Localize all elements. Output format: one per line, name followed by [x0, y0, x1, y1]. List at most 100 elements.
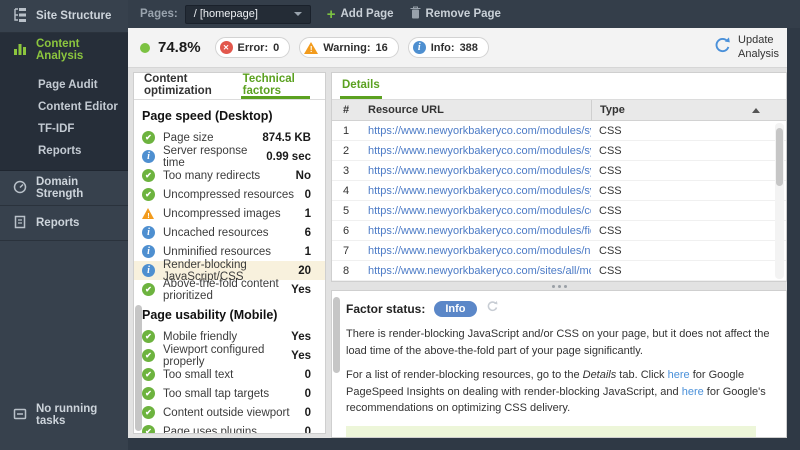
- factor-row[interactable]: Uncompressed images 1: [134, 204, 325, 223]
- factor-icon: [142, 387, 155, 400]
- pages-label: Pages:: [140, 8, 178, 20]
- sidebar-item-domain-strength[interactable]: Domain Strength: [0, 171, 128, 206]
- score-status-dot: [140, 42, 150, 53]
- resource-url-link[interactable]: https://www.newyorkbakeryco.com/modules/…: [368, 205, 591, 217]
- table-row[interactable]: 7 https://www.newyorkbakeryco.com/module…: [332, 241, 786, 261]
- factor-status-paragraph-2: For a list of render-blocking resources,…: [346, 369, 766, 414]
- info-icon: [412, 41, 426, 54]
- sidebar-item-label: Reports: [36, 217, 80, 229]
- table-row[interactable]: 4 https://www.newyorkbakeryco.com/module…: [332, 181, 786, 201]
- factor-row[interactable]: Above-the-fold content prioritized Yes: [134, 278, 325, 302]
- resource-url-link[interactable]: https://www.newyorkbakeryco.com/modules/…: [368, 145, 591, 157]
- info-filter-pill[interactable]: Info: 388: [407, 37, 489, 58]
- status-badge: Info: [434, 301, 477, 317]
- pagespeed-insights-link[interactable]: here: [668, 369, 690, 381]
- factor-icon: [142, 406, 155, 419]
- factors-panel: Content optimization Technical factors P…: [133, 72, 326, 434]
- factor-row[interactable]: Viewport configured properly Yes: [134, 344, 325, 368]
- table-header: # Resource URL Type: [332, 99, 786, 121]
- update-analysis-button[interactable]: Update Analysis: [713, 28, 779, 68]
- factor-status-paragraph-1: There is render-blocking JavaScript and/…: [346, 328, 770, 357]
- info-label: Info:: [430, 41, 455, 54]
- sort-asc-icon[interactable]: [752, 108, 760, 113]
- chevron-down-icon: [293, 12, 302, 16]
- sidebar-section-content-analysis: Content Analysis Page Audit Content Edit…: [0, 33, 128, 171]
- factor-icon: [142, 368, 155, 381]
- sidebar-item-content-editor[interactable]: Content Editor: [38, 96, 128, 118]
- factors-scrollbar[interactable]: [135, 305, 142, 431]
- sidebar-item-label: Domain Strength: [36, 176, 84, 200]
- resource-url-link[interactable]: https://www.newyorkbakeryco.com/modules/…: [368, 185, 591, 197]
- factor-icon: [142, 169, 155, 182]
- column-header-num[interactable]: #: [332, 104, 360, 116]
- remove-page-label: Remove Page: [425, 8, 501, 20]
- sidebar-item-label: Site Structure: [36, 10, 112, 22]
- page-selector-dropdown[interactable]: / [homepage]: [184, 4, 311, 24]
- table-row[interactable]: 3 https://www.newyorkbakeryco.com/module…: [332, 161, 786, 181]
- table-row[interactable]: 1 https://www.newyorkbakeryco.com/module…: [332, 121, 786, 141]
- site-structure-icon: [13, 7, 27, 25]
- error-filter-pill[interactable]: Error: 0: [214, 37, 291, 58]
- update-analysis-label: Update Analysis: [738, 34, 779, 60]
- table-row[interactable]: 5 https://www.newyorkbakeryco.com/module…: [332, 201, 786, 221]
- tab-technical-factors[interactable]: Technical factors: [240, 73, 310, 99]
- advice-note: Please also see other factors from this …: [346, 425, 756, 437]
- selected-page-value: / [homepage]: [193, 8, 258, 20]
- factor-icon: [142, 349, 155, 362]
- resource-url-link[interactable]: https://www.newyorkbakeryco.com/sites/al…: [368, 265, 591, 277]
- tab-details[interactable]: Details: [340, 73, 382, 99]
- sidebar-item-label: Content Analysis: [36, 37, 84, 62]
- top-toolbar: Pages: / [homepage] + Add Page Remove Pa…: [128, 0, 800, 28]
- section-title-page-usability: Page usability (Mobile): [142, 308, 278, 322]
- sidebar-item-reports[interactable]: Reports: [0, 206, 128, 241]
- factor-row[interactable]: Uncached resources 6: [134, 223, 325, 242]
- details-panel: Details # Resource URL Type 1 https://ww…: [331, 72, 787, 282]
- factor-row[interactable]: Too many redirects No: [134, 166, 325, 185]
- error-icon: [219, 41, 233, 54]
- info-count: 388: [459, 41, 478, 54]
- remove-page-button[interactable]: Remove Page: [410, 6, 501, 22]
- sidebar-item-tf-idf[interactable]: TF-IDF: [38, 118, 128, 140]
- factor-row[interactable]: Uncompressed resources 0: [134, 185, 325, 204]
- recheck-icon: [486, 300, 499, 318]
- factor-row[interactable]: Server response time 0.99 sec: [134, 145, 325, 169]
- factors-tabbar: Content optimization Technical factors: [134, 73, 325, 100]
- resource-url-link[interactable]: https://www.newyorkbakeryco.com/modules/…: [368, 225, 591, 237]
- warning-filter-pill[interactable]: Warning: 16: [299, 37, 399, 58]
- plus-icon: +: [326, 5, 336, 23]
- status-scrollbar-thumb[interactable]: [333, 297, 340, 373]
- factor-icon: [142, 264, 155, 277]
- factor-icon: [142, 188, 155, 201]
- table-scrollbar-track[interactable]: [775, 123, 784, 279]
- tab-content-optimization[interactable]: Content optimization: [142, 73, 226, 99]
- resource-url-link[interactable]: https://www.newyorkbakeryco.com/modules/…: [368, 125, 591, 137]
- document-icon: [13, 215, 27, 232]
- warning-count: 16: [375, 41, 388, 54]
- factor-row[interactable]: Content outside viewport 0: [134, 403, 325, 422]
- table-scrollbar-thumb[interactable]: [776, 128, 783, 186]
- add-page-button[interactable]: + Add Page: [327, 7, 394, 22]
- sidebar-item-reports-sub[interactable]: Reports: [38, 140, 128, 162]
- table-row[interactable]: 2 https://www.newyorkbakeryco.com/module…: [332, 141, 786, 161]
- resource-url-link[interactable]: https://www.newyorkbakeryco.com/modules/…: [368, 245, 591, 257]
- details-tabbar: Details: [332, 73, 786, 100]
- column-header-resource-url[interactable]: Resource URL: [360, 104, 591, 116]
- css-delivery-link[interactable]: here: [682, 386, 704, 398]
- resource-url-link[interactable]: https://www.newyorkbakeryco.com/modules/…: [368, 165, 591, 177]
- audit-status-bar: 74.8% Error: 0 Warning: 16 Info: 388 Upd…: [128, 28, 787, 68]
- sidebar-item-site-structure[interactable]: Site Structure: [0, 0, 128, 33]
- table-row[interactable]: 6 https://www.newyorkbakeryco.com/module…: [332, 221, 786, 241]
- table-row[interactable]: 8 https://www.newyorkbakeryco.com/sites/…: [332, 261, 786, 281]
- factor-icon: [142, 131, 155, 144]
- panel-splitter-handle[interactable]: [331, 282, 787, 290]
- factor-row[interactable]: Too small text 0: [134, 365, 325, 384]
- factor-row[interactable]: Too small tap targets 0: [134, 384, 325, 403]
- factor-icon: [142, 425, 155, 433]
- add-page-label: Add Page: [340, 8, 394, 20]
- sidebar-item-page-audit[interactable]: Page Audit: [38, 74, 128, 96]
- factor-row[interactable]: Page uses plugins 0: [134, 422, 325, 433]
- sidebar-item-content-analysis[interactable]: Content Analysis: [0, 33, 128, 66]
- warning-icon: [304, 41, 319, 54]
- sidebar: Site Structure Content Analysis Page Aud…: [0, 0, 128, 450]
- refresh-icon: [713, 36, 732, 60]
